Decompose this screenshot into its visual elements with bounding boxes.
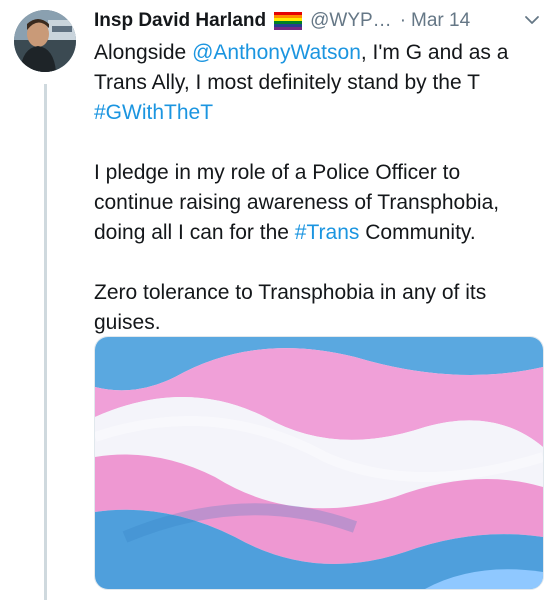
hashtag-link[interactable]: #GWithTheT — [94, 101, 213, 124]
tweet-text-segment: Zero tolerance to Transphobia in any of … — [94, 281, 487, 334]
date-separator: · — [399, 10, 407, 31]
tweet-body: Alongside @AnthonyWatson, I'm G and as a… — [94, 38, 534, 338]
avatar[interactable] — [14, 10, 76, 72]
mention-link[interactable]: @AnthonyWatson — [192, 41, 361, 64]
tweet-header: Insp David Harland @WYP… · Mar 14 — [94, 8, 542, 34]
avatar-photo — [14, 10, 76, 72]
tweet-date[interactable]: Mar 14 — [411, 8, 470, 34]
tweet-paragraph: Zero tolerance to Transphobia in any of … — [94, 278, 534, 338]
thread-connector-line — [44, 84, 47, 600]
tweet-paragraph: Alongside @AnthonyWatson, I'm G and as a… — [94, 38, 534, 128]
author-name[interactable]: Insp David Harland — [94, 8, 266, 34]
rainbow-flag-icon — [274, 12, 303, 30]
tweet-text-segment: Alongside — [94, 41, 193, 64]
chevron-down-icon[interactable] — [522, 10, 542, 30]
transgender-flag-photo — [95, 337, 543, 589]
tweet-paragraph: I pledge in my role of a Police Officer … — [94, 158, 534, 248]
tweet-media-image[interactable] — [94, 336, 544, 590]
author-handle[interactable]: @WYP… — [310, 8, 392, 34]
hashtag-link[interactable]: #Trans — [295, 221, 360, 244]
tweet-text-segment: Community. — [359, 221, 476, 244]
